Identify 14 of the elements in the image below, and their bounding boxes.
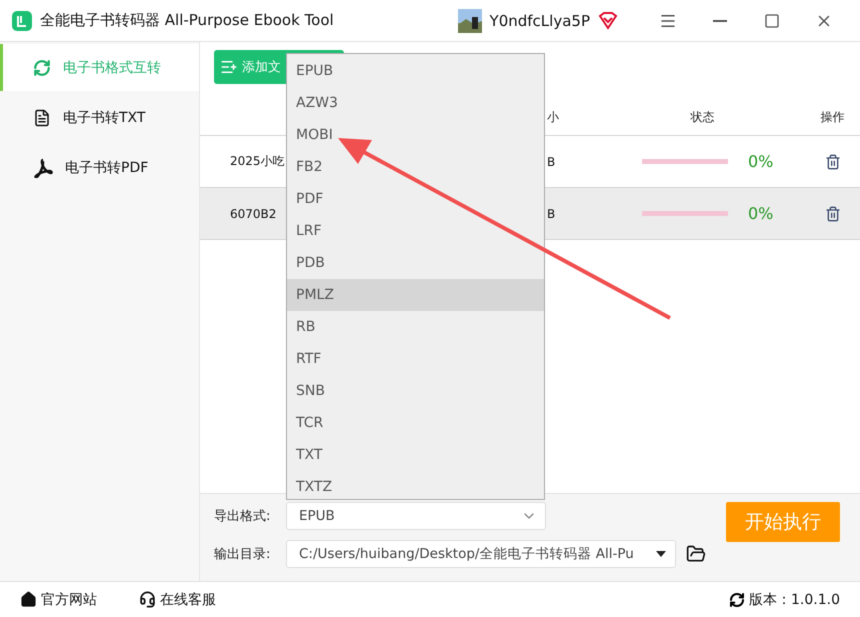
file-name: 2025小吃	[230, 153, 285, 170]
user-name: Y0ndfcLlya5P	[490, 12, 590, 30]
file-size: B	[547, 206, 556, 220]
progress-percent: 0%	[748, 152, 774, 171]
file-name: 6070B2	[230, 206, 276, 220]
version-text: 版本：1.0.1.0	[749, 590, 840, 608]
column-header: 状态	[690, 109, 714, 126]
column-header: 操作	[820, 109, 844, 126]
format-label: 导出格式:	[214, 508, 272, 525]
progress-percent: 0%	[748, 204, 774, 223]
output-dir-label: 输出目录:	[214, 546, 272, 563]
window-title: 全能电子书转码器 All-Purpose Ebook Tool	[40, 11, 335, 30]
column-header: 小	[547, 109, 559, 126]
file-size: B	[547, 154, 556, 168]
